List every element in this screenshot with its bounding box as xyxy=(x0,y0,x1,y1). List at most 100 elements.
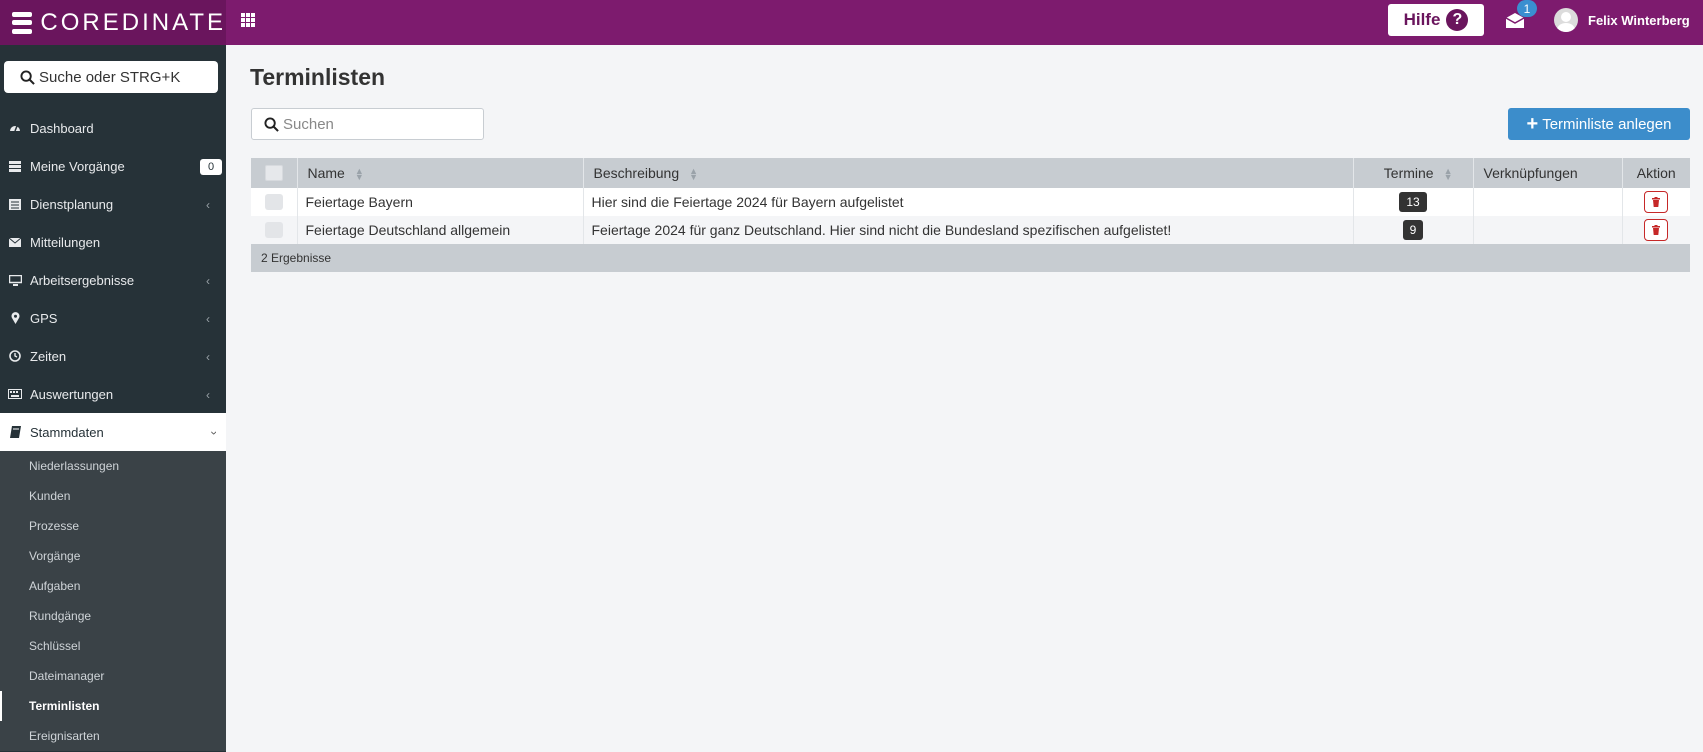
sidebar-item-label: Dienstplanung xyxy=(30,196,114,212)
select-all-checkbox[interactable] xyxy=(264,165,283,181)
column-header-name[interactable]: Name ▲ ▼ xyxy=(297,158,584,188)
sidebar-item-dienstplanung[interactable]: Dienstplanung ‹ xyxy=(0,185,226,223)
subnav-item-rundgaenge[interactable]: Rundgänge xyxy=(0,601,226,631)
row-termine-cell: 13 xyxy=(1353,188,1474,216)
select-all-cell xyxy=(251,158,298,188)
sidebar-item-label: Meine Vorgänge xyxy=(30,158,125,174)
column-header-termine[interactable]: Termine ▲ ▼ xyxy=(1353,158,1474,188)
termine-count-badge: 13 xyxy=(1399,192,1427,212)
map-marker-icon xyxy=(8,311,22,325)
sidebar: Suche oder STRG+K Dashboard Meine Vorgän… xyxy=(0,45,226,752)
chevron-left-icon: ‹ xyxy=(206,350,210,364)
sidebar-search[interactable]: Suche oder STRG+K xyxy=(4,61,218,93)
row-termine-cell: 9 xyxy=(1353,216,1474,244)
search-icon xyxy=(20,69,35,85)
sidebar-item-mitteilungen[interactable]: Mitteilungen xyxy=(0,223,226,261)
clock-icon xyxy=(8,349,22,363)
row-links xyxy=(1473,216,1623,244)
terminlisten-table: Name ▲ ▼ Beschreibung ▲ ▼ Termine ▲ ▼ Verknüpf… xyxy=(251,158,1690,272)
row-checkbox[interactable] xyxy=(264,222,283,238)
stammdaten-submenu: Niederlassungen Kunden Prozesse Vorgänge… xyxy=(0,451,226,751)
subnav-item-vorgaenge[interactable]: Vorgänge xyxy=(0,541,226,571)
calendar-list-icon xyxy=(8,197,22,211)
user-menu[interactable]: Felix Winterberg xyxy=(1554,8,1690,32)
chevron-down-icon: ‹ xyxy=(206,431,220,435)
subnav-item-prozesse[interactable]: Prozesse xyxy=(0,511,226,541)
brand-logo[interactable]: COREDINATE xyxy=(0,0,226,45)
plus-icon: + xyxy=(1526,113,1539,135)
sidebar-item-dashboard[interactable]: Dashboard xyxy=(0,109,226,147)
sidebar-item-label: Zeiten xyxy=(30,348,67,364)
help-label: Hilfe xyxy=(1403,10,1441,29)
sidebar-item-label: Dashboard xyxy=(30,120,94,136)
chevron-left-icon: ‹ xyxy=(206,274,210,288)
page-title: Terminlisten xyxy=(250,64,386,90)
sidebar-item-zeiten[interactable]: Zeiten ‹ xyxy=(0,337,226,375)
result-count: 2 Ergebnisse xyxy=(251,244,1690,272)
menu-toggle-icon[interactable] xyxy=(12,11,33,34)
row-name[interactable]: Feiertage Deutschland allgemein xyxy=(297,216,584,244)
trash-icon xyxy=(1652,225,1661,235)
sidebar-search-placeholder: Suche oder STRG+K xyxy=(39,68,181,86)
subnav-item-aufgaben[interactable]: Aufgaben xyxy=(0,571,226,601)
table-row[interactable]: Feiertage Deutschland allgemein Feiertag… xyxy=(251,216,1690,244)
subnav-item-niederlassungen[interactable]: Niederlassungen xyxy=(0,451,226,481)
user-name: Felix Winterberg xyxy=(1588,12,1690,28)
main-content: Terminlisten + Terminliste anlegen Name▲… xyxy=(226,45,1703,752)
list-icon xyxy=(8,159,22,173)
column-header-aktion: Aktion xyxy=(1622,158,1690,188)
mail-count-badge: 1 xyxy=(1517,0,1537,17)
top-bar: COREDINATE Hilfe ? 1 Felix Winterberg xyxy=(0,0,1703,45)
table-footer-row: 2 Ergebnisse xyxy=(251,244,1690,272)
row-action-cell xyxy=(1622,188,1690,216)
monitor-icon xyxy=(8,273,22,287)
sidebar-item-gps[interactable]: GPS ‹ xyxy=(0,299,226,337)
column-header-beschreibung[interactable]: Beschreibung ▲ ▼ xyxy=(583,158,1354,188)
subnav-item-ereignisarten[interactable]: Ereignisarten xyxy=(0,721,226,751)
sidebar-item-stammdaten[interactable]: Stammdaten ‹ xyxy=(0,413,226,451)
sidebar-item-meine-vorgaenge[interactable]: Meine Vorgänge 0 xyxy=(0,147,226,185)
sidebar-item-auswertungen[interactable]: Auswertungen ‹ xyxy=(0,375,226,413)
row-select-cell xyxy=(251,216,298,244)
subnav-item-terminlisten[interactable]: Terminlisten xyxy=(0,691,226,721)
apps-grid-icon[interactable] xyxy=(241,13,255,27)
row-action-cell xyxy=(1622,216,1690,244)
column-header-verknuepfungen: Verknüpfungen xyxy=(1473,158,1623,188)
row-description: Feiertage 2024 für ganz Deutschland. Hie… xyxy=(583,216,1354,244)
chevron-left-icon: ‹ xyxy=(206,388,210,402)
row-name[interactable]: Feiertage Bayern xyxy=(297,188,584,216)
create-terminliste-button[interactable]: + Terminliste anlegen xyxy=(1508,108,1690,140)
chevron-left-icon: ‹ xyxy=(206,312,210,326)
create-terminliste-label: Terminliste anlegen xyxy=(1542,115,1672,133)
brand-name: COREDINATE xyxy=(40,8,226,36)
sort-icon: ▲ ▼ xyxy=(354,166,364,183)
sort-icon: ▲ ▼ xyxy=(1443,166,1453,183)
row-checkbox[interactable] xyxy=(264,194,283,210)
table-search[interactable] xyxy=(251,108,484,140)
help-button[interactable]: Hilfe ? xyxy=(1388,4,1484,36)
sidebar-nav: Dashboard Meine Vorgänge 0 Dienstplanung… xyxy=(0,109,226,751)
search-icon xyxy=(264,116,279,132)
keyboard-icon xyxy=(8,387,22,401)
dashboard-icon xyxy=(8,121,22,135)
subnav-item-dateimanager[interactable]: Dateimanager xyxy=(0,661,226,691)
sidebar-item-label: GPS xyxy=(30,310,58,326)
sidebar-item-arbeitsergebnisse[interactable]: Arbeitsergebnisse ‹ xyxy=(0,261,226,299)
vorgaenge-count-badge: 0 xyxy=(200,159,222,175)
book-icon xyxy=(8,425,22,439)
subnav-item-kunden[interactable]: Kunden xyxy=(0,481,226,511)
sidebar-item-label: Stammdaten xyxy=(30,424,104,440)
sort-icon: ▲ ▼ xyxy=(689,166,699,183)
subnav-item-schluessel[interactable]: Schlüssel xyxy=(0,631,226,661)
row-select-cell xyxy=(251,188,298,216)
row-links xyxy=(1473,188,1623,216)
termine-count-badge: 9 xyxy=(1402,220,1424,240)
question-circle-icon: ? xyxy=(1446,9,1469,31)
envelope-icon xyxy=(8,235,22,249)
search-input[interactable] xyxy=(283,115,473,133)
table-row[interactable]: Feiertage Bayern Hier sind die Feiertage… xyxy=(251,188,1690,216)
row-description: Hier sind die Feiertage 2024 für Bayern … xyxy=(583,188,1354,216)
delete-button[interactable] xyxy=(1644,191,1669,213)
delete-button[interactable] xyxy=(1644,219,1669,241)
avatar xyxy=(1554,8,1578,32)
